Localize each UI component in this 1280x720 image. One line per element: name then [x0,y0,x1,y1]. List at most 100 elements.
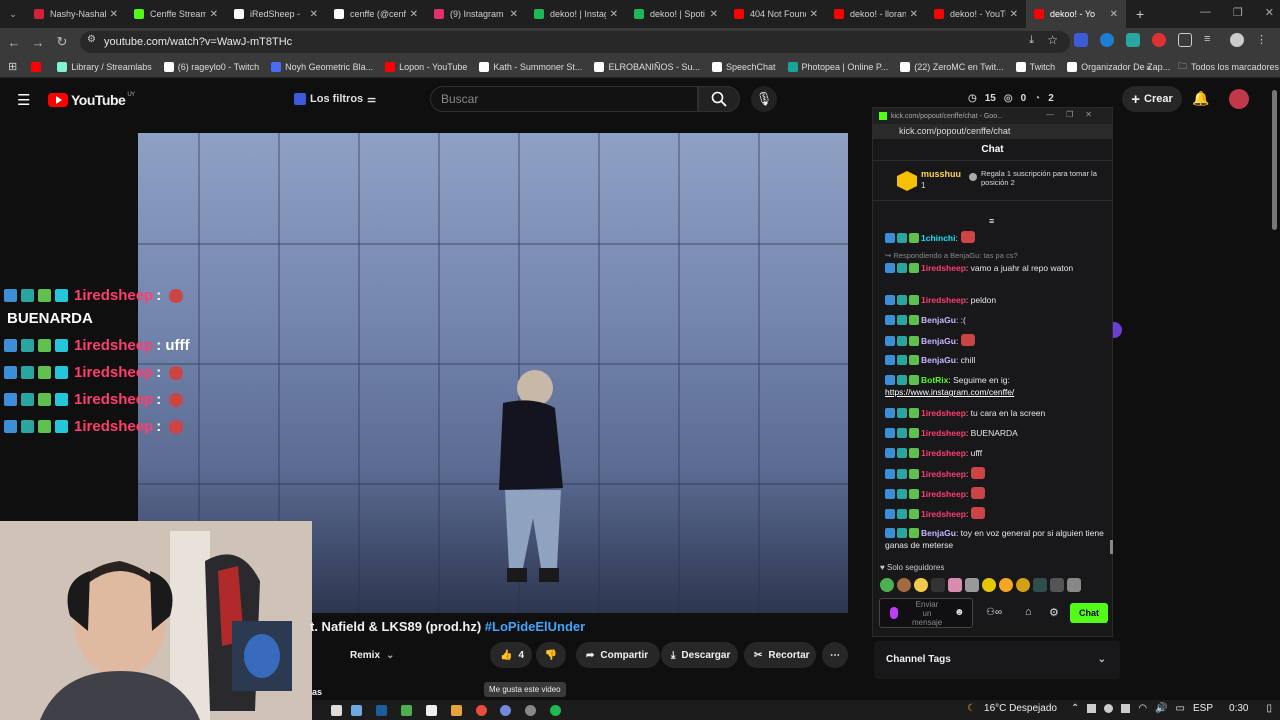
channel-tags-panel[interactable]: Channel Tags ⌄ [874,641,1120,679]
minimize-icon[interactable]: — [1200,6,1211,19]
bookmark-item[interactable]: Photopea | Online P... [787,61,888,72]
chat-username[interactable]: BenjaGu [921,315,956,325]
remix-button[interactable]: Remix ⌄ [334,642,402,668]
taskbar-app-icon[interactable] [525,705,536,716]
tab-search-icon[interactable]: ⌄ [0,9,26,20]
extension-stats[interactable]: ◷ 15 ◎ 0 ◔ 2 [968,93,1054,104]
chat-username[interactable]: BenjaGu [921,355,956,365]
emote-icon[interactable] [948,578,962,592]
browser-tab[interactable]: 404 Not Found ✕ [726,0,826,28]
more-actions-button[interactable]: ⋯ [822,642,848,668]
bookmark-item[interactable]: Organizador De Zap... [1067,61,1170,72]
extension-icon[interactable] [1100,33,1114,47]
chat-scrollbar[interactable] [1110,540,1113,554]
video-hashtag-link[interactable]: #LoPideElUnder [485,619,585,634]
apps-grid-icon[interactable]: ⊞ [8,60,17,73]
hamburger-menu-icon[interactable]: ☰ [17,91,30,109]
chat-username[interactable]: 1iredsheep [921,408,966,418]
tray-icon[interactable] [1087,704,1097,713]
chat-username[interactable]: BenjaGu [921,336,956,346]
emote-icon[interactable] [982,578,996,592]
browser-tab[interactable]: Cenffe Stream ✕ [126,0,226,28]
bookmark-item[interactable]: Kath - Summoner St... [479,61,582,72]
address-bar[interactable]: ⚙ youtube.com/watch?v=WawJ-mT8THc ⤓ ☆ [80,31,1070,53]
chat-input[interactable]: Enviar un mensaje ☻ [879,598,973,628]
chat-tools-icon[interactable]: ⚇∞ [986,607,1002,618]
browser-tab[interactable]: dekoo! - lloran ✕ [826,0,926,28]
share-button[interactable]: ➦ Compartir [576,642,660,668]
wifi-icon[interactable]: ◠ [1138,703,1147,714]
emote-icon[interactable] [1016,578,1030,592]
dislike-button[interactable]: 👎 [536,642,566,668]
filters-button[interactable]: Los filtros ⚌ [294,89,376,109]
settings-gear-icon[interactable]: ⚙ [1049,606,1059,619]
browser-tab[interactable]: Nashy-Nashal ✕ [26,0,126,28]
forward-icon[interactable]: → [26,35,50,50]
clock-time[interactable]: 0:30 [1229,703,1248,714]
extension-icon[interactable] [1152,33,1166,47]
pinned-username[interactable]: musshuu [921,169,961,179]
site-info-icon[interactable]: ⚙ [87,34,96,45]
profile-avatar-icon[interactable] [1230,33,1244,47]
chat-username[interactable]: 1iredsheep [921,263,966,273]
bookmark-item[interactable]: Noyh Geometric Bla... [271,61,373,72]
bookmark-star-icon[interactable]: ☆ [1047,33,1058,47]
bookmark-item[interactable]: (22) ZeroMC en Twit... [900,61,1004,72]
emote-icon[interactable] [914,578,928,592]
maximize-icon[interactable]: ❐ [1233,6,1243,19]
taskbar-app-icon[interactable] [451,705,462,716]
youtube-logo[interactable]: YouTube UY [48,92,135,108]
bookmark-item[interactable]: Library / Streamlabs [57,61,152,72]
search-input[interactable]: Buscar [430,86,698,112]
tab-close-icon[interactable]: ✕ [210,9,218,20]
taskbar-app-icon[interactable] [500,705,511,716]
search-button[interactable] [698,86,740,112]
back-icon[interactable]: ← [2,35,26,50]
browser-tab[interactable]: iRedSheep - ✕ [226,0,326,28]
install-icon[interactable]: ⤓ [1029,34,1034,47]
create-button[interactable]: + Crear [1122,86,1182,112]
media-controls-icon[interactable]: ≡ [1204,33,1218,47]
bookmark-item[interactable] [31,61,45,72]
emote-icon[interactable] [1033,578,1047,592]
tab-close-icon[interactable]: ✕ [110,9,118,20]
chat-username[interactable]: BenjaGu [921,528,956,538]
gift-prompt[interactable]: Regala 1 suscripción para tomar la posic… [981,169,1097,187]
chat-username[interactable]: 1iredsheep [921,448,966,458]
tab-close-icon[interactable]: ✕ [1110,9,1118,20]
tab-close-icon[interactable]: ✕ [910,9,918,20]
new-tab-button[interactable]: + [1136,6,1144,22]
bookmark-item[interactable]: (6) rageylo0 - Twitch [163,61,259,72]
voice-search-button[interactable]: 🎙 [751,86,777,112]
reload-icon[interactable]: ↻ [50,34,74,50]
notifications-bell-icon[interactable]: 🔔 [1192,90,1209,107]
language-indicator[interactable]: ESP [1193,703,1213,714]
weather-text[interactable]: 16°C Despejado [984,703,1057,714]
extension-icon[interactable] [1126,33,1140,47]
tray-expand-icon[interactable]: ⌃ [1071,703,1079,714]
microphone-icon[interactable] [890,607,898,619]
taskbar-app-icon[interactable] [376,705,387,716]
notification-center-icon[interactable]: ▯ [1266,703,1272,714]
download-button[interactable]: ⤓ Descargar [661,642,738,668]
taskbar-app-icon[interactable] [351,705,362,716]
bookmark-item[interactable]: Twitch [1015,61,1055,72]
taskbar-app-icon[interactable] [426,705,437,716]
emote-picker-icon[interactable]: ☻ [954,607,965,618]
browser-tab[interactable]: dekoo! - Yo ✕ [1026,0,1126,28]
chat-link[interactable]: https://www.instagram.com/cenffe/ [885,387,1014,397]
volume-icon[interactable]: 🔊 [1155,703,1167,714]
tab-close-icon[interactable]: ✕ [610,9,618,20]
tray-icon[interactable] [1104,704,1114,713]
bookmark-item[interactable]: Lopon - YouTube [385,61,467,72]
chat-username[interactable]: BotRix [921,375,948,385]
tab-close-icon[interactable]: ✕ [1010,9,1018,20]
chrome-taskbar-icon[interactable] [476,705,487,716]
clip-button[interactable]: ✂ Recortar [744,642,816,668]
like-button[interactable]: 👍 4 [490,642,532,668]
browser-tab[interactable]: cenffe (@cenff ✕ [326,0,426,28]
account-avatar[interactable] [1229,89,1249,109]
tab-close-icon[interactable]: ✕ [410,9,418,20]
browser-tab[interactable]: dekoo! | Spoti ✕ [626,0,726,28]
emote-icon[interactable] [965,578,979,592]
